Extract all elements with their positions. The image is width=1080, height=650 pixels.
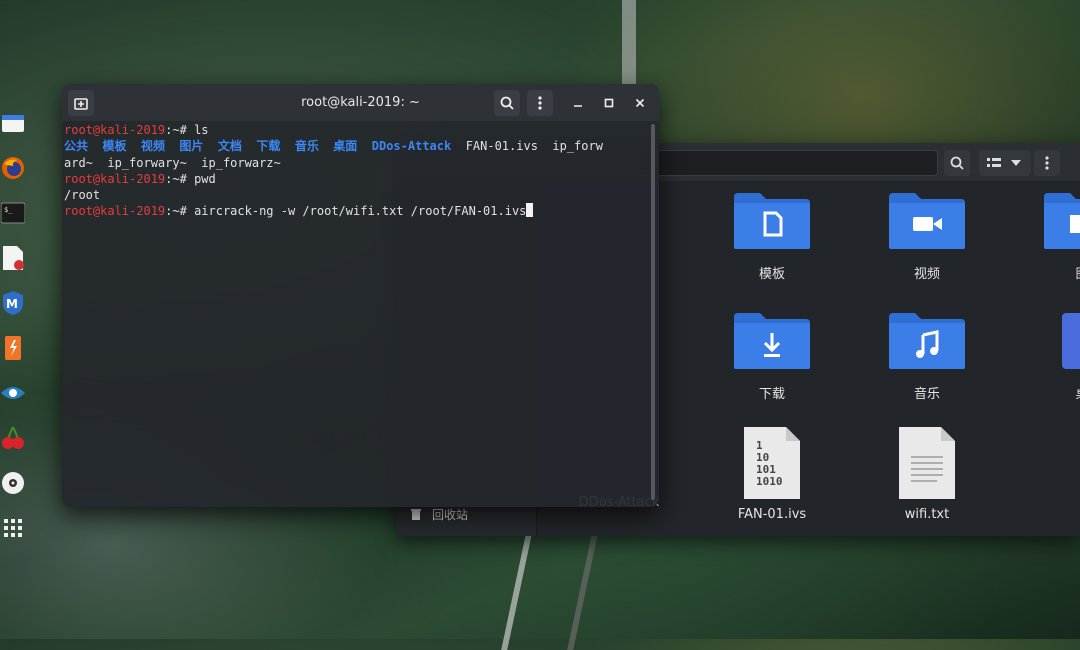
folder-template-icon — [734, 193, 810, 249]
eye-icon[interactable] — [0, 378, 26, 408]
terminal-line: root@kali-2019:~# ls — [64, 123, 209, 137]
burpsuite-icon[interactable] — [0, 333, 26, 363]
terminal-line: /root — [64, 188, 101, 203]
folder-download[interactable]: 下载 — [712, 311, 832, 402]
file-manager-icon[interactable] — [0, 108, 26, 138]
folder-pictures-icon — [1044, 193, 1080, 249]
item-label: 视频 — [913, 267, 940, 282]
path-bar[interactable] — [636, 150, 938, 176]
folder-desktop-icon — [1062, 313, 1080, 369]
item-label: wifi.txt — [904, 507, 950, 522]
text-editor-icon[interactable] — [0, 243, 26, 273]
kebab-menu-icon — [1045, 156, 1049, 170]
sidebar-item-trash[interactable]: 回收站 — [432, 506, 468, 523]
folder-download-icon — [734, 313, 810, 369]
minimize-icon — [574, 105, 582, 107]
close-button[interactable] — [627, 90, 653, 116]
search-icon — [500, 96, 514, 110]
maximize-icon — [604, 98, 614, 108]
text-file-icon — [899, 427, 955, 499]
binary-file-icon: 1 10 101 1010 — [744, 427, 800, 499]
chevron-down-icon — [1011, 160, 1021, 166]
folder-music[interactable]: 音乐 — [867, 311, 987, 402]
trash-icon — [411, 509, 421, 520]
scrollbar[interactable] — [651, 124, 655, 500]
folder-video[interactable]: 视频 — [867, 191, 987, 282]
terminal-line: root@kali-2019:~# pwd — [64, 171, 216, 186]
text-cursor — [526, 203, 534, 218]
list-view-icon — [987, 158, 1001, 167]
svg-text:$_: $_ — [4, 206, 13, 214]
svg-text:M: M — [6, 297, 18, 311]
terminal-search-button[interactable] — [494, 90, 520, 116]
dock: $_ M — [0, 108, 26, 548]
maximize-button[interactable] — [596, 90, 622, 116]
metasploit-icon[interactable]: M — [0, 288, 26, 318]
terminal-icon[interactable]: $_ — [0, 198, 26, 228]
terminal-line: 公共 模板 视频 图片 文档 下载 音乐 桌面 DDos-Attack FAN-… — [64, 139, 603, 154]
menu-button[interactable] — [1034, 150, 1060, 176]
terminal-menu-button[interactable] — [527, 90, 553, 116]
disc-icon[interactable] — [0, 468, 26, 498]
new-tab-icon — [74, 98, 88, 110]
folder-template[interactable]: 模板 — [712, 191, 832, 282]
file-wifi-txt[interactable]: wifi.txt — [867, 427, 987, 522]
terminal-window: root@kali-2019: ~ root@kali-2019:~# ls 公共… — [62, 84, 659, 507]
item-label: 音乐 — [913, 387, 940, 402]
cherrytree-icon[interactable] — [0, 423, 26, 453]
app-grid-icon[interactable] — [0, 513, 26, 543]
folder-desktop[interactable]: 桌 — [1022, 311, 1080, 402]
svg-text:1010: 1010 — [756, 475, 783, 488]
terminal-line: ard~ ip_forwary~ ip_forwarz~ — [64, 155, 281, 170]
file-fan-01-ivs[interactable]: 1 10 101 1010 FAN-01.ivs — [712, 427, 832, 522]
item-label: 下载 — [758, 387, 785, 402]
wallpaper-road — [622, 0, 636, 90]
kebab-menu-icon — [538, 96, 542, 110]
search-icon — [950, 156, 964, 170]
terminal-titlebar[interactable]: root@kali-2019: ~ — [62, 84, 659, 121]
folder-music-icon — [889, 313, 965, 369]
folder-pictures[interactable]: 图 — [1022, 191, 1080, 282]
minimize-button[interactable] — [565, 90, 591, 116]
item-label: 桌 — [1022, 383, 1080, 402]
item-label: FAN-01.ivs — [737, 507, 807, 522]
wallpaper-road-bottom — [501, 520, 601, 650]
folder-video-icon — [889, 193, 965, 249]
terminal-line: root@kali-2019:~# aircrack-ng -w /root/w… — [64, 203, 648, 219]
firefox-icon[interactable] — [0, 153, 26, 183]
item-label: 模板 — [758, 267, 785, 282]
terminal-output[interactable]: root@kali-2019:~# ls 公共 模板 视频 图片 文档 下载 音乐… — [64, 122, 648, 220]
close-icon — [635, 98, 645, 108]
view-toggle-button[interactable] — [979, 150, 1031, 176]
search-button[interactable] — [944, 150, 970, 176]
item-label: 图 — [1022, 263, 1080, 282]
new-tab-button[interactable] — [68, 90, 94, 116]
